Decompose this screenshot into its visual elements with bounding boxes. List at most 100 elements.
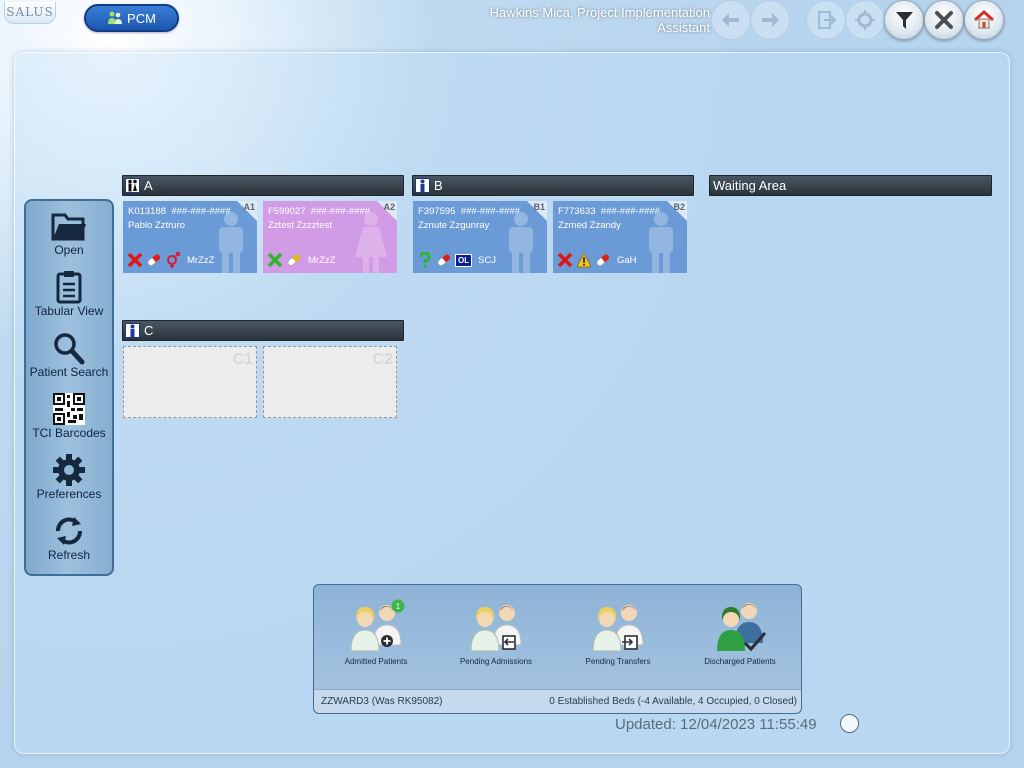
patient-ids: K013188 ###-###-#### xyxy=(128,206,231,217)
mixed-gender-bay-icon xyxy=(125,178,140,193)
sidebar-item-label: Preferences xyxy=(36,487,102,501)
consultant: MrZzZ xyxy=(187,254,215,266)
bed-code: B1 xyxy=(533,202,545,212)
bay-title: A xyxy=(144,178,153,193)
patient-name: Zztest Zzzztest xyxy=(268,220,332,231)
bay-a-header: A xyxy=(122,175,404,196)
sidebar-item-patient-search[interactable]: Patient Search xyxy=(26,327,112,385)
bed-code: B2 xyxy=(673,202,685,212)
bay-title: C xyxy=(144,323,154,338)
gear-icon xyxy=(53,454,85,486)
pending-admissions-icon xyxy=(470,605,522,652)
filter-button[interactable] xyxy=(884,0,924,40)
home-button[interactable] xyxy=(964,0,1004,40)
patient-ids: F773633 ###-###-#### xyxy=(558,206,660,217)
user-title: Hawkins Mica, Project Implementation Ass… xyxy=(489,5,710,35)
patient-lists-panel: 1 Admitted Patients Pending Admissions P… xyxy=(313,584,802,714)
bed-code: A2 xyxy=(383,202,395,212)
qr-code-icon xyxy=(53,393,85,425)
pcm-label: PCM xyxy=(127,10,156,26)
red-cross-icon xyxy=(557,252,573,268)
exit-button[interactable] xyxy=(806,0,846,40)
refresh-icon xyxy=(56,517,82,545)
patient-ids: F397595 ###-###-#### xyxy=(418,206,520,217)
pill-icon xyxy=(437,254,451,266)
ol-badge: OL xyxy=(455,253,473,267)
left-sidebar: Open Tabular View Patient Search TCI Bar… xyxy=(24,199,114,576)
male-bay-icon xyxy=(125,323,140,338)
sidebar-item-tabular-view[interactable]: Tabular View xyxy=(26,266,112,324)
patient-name: Zznute Zzgunray xyxy=(418,220,490,231)
ward-status-strip: ZZWARD3 (Was RK95082) 0 Established Beds… xyxy=(314,689,801,713)
pill-icon xyxy=(147,254,161,266)
magnifier-icon xyxy=(54,333,85,365)
sidebar-item-open[interactable]: Open xyxy=(26,205,112,263)
sidebar-item-preferences[interactable]: Preferences xyxy=(26,449,112,507)
sidebar-item-label: Open xyxy=(54,243,84,257)
bed-code: A1 xyxy=(243,202,255,212)
ward-name: ZZWARD3 (Was RK95082) xyxy=(321,696,443,707)
settings-pin-button[interactable] xyxy=(845,0,885,40)
back-button[interactable] xyxy=(711,0,751,40)
home-icon xyxy=(974,9,994,29)
forward-arrow-icon xyxy=(762,13,779,27)
sidebar-item-label: Refresh xyxy=(47,548,91,562)
loading-indicator-icon xyxy=(840,714,859,733)
bay-title: Waiting Area xyxy=(713,178,787,193)
bed-a1[interactable]: A1 K013188 ###-###-#### Pablo Zztruro Mr… xyxy=(123,201,257,273)
sidebar-item-tci-barcodes[interactable]: TCI Barcodes xyxy=(26,388,112,446)
warning-icon xyxy=(576,252,592,268)
admitted-patients-button[interactable]: 1 Admitted Patients xyxy=(326,599,426,675)
folder-icon xyxy=(51,213,86,241)
forward-button[interactable] xyxy=(750,0,790,40)
beds-summary: 0 Established Beds (-4 Available, 4 Occu… xyxy=(549,696,797,707)
male-bay-icon xyxy=(415,178,430,193)
green-cross-icon xyxy=(267,252,283,268)
gender-symbol-icon xyxy=(167,252,180,268)
bed-b1[interactable]: B1 F397595 ###-###-#### Zznute Zzgunray … xyxy=(413,201,547,273)
pending-transfers-icon xyxy=(592,605,644,652)
bed-code: C1 xyxy=(232,351,253,368)
discharged-patients-button[interactable]: Discharged Patients xyxy=(690,599,790,675)
sidebar-item-label: Patient Search xyxy=(29,365,109,379)
bottom-button-label: Admitted Patients xyxy=(344,657,408,666)
close-icon xyxy=(935,11,953,29)
consultant: GaH xyxy=(617,254,637,266)
bottom-button-label: Pending Admissions xyxy=(459,657,533,666)
pcm-module-button[interactable]: PCM xyxy=(84,4,179,32)
red-cross-icon xyxy=(127,252,143,268)
pending-admissions-button[interactable]: Pending Admissions xyxy=(446,599,546,675)
admitted-patients-icon: 1 xyxy=(350,599,405,652)
settings-pin-icon xyxy=(855,10,875,30)
consultant: SCJ xyxy=(478,254,497,266)
waiting-area-header: Waiting Area xyxy=(709,175,992,196)
back-arrow-icon xyxy=(722,13,739,27)
bay-title: B xyxy=(434,178,443,193)
pill-icon xyxy=(596,254,610,266)
patient-name: Zzmed Zzandy xyxy=(558,220,621,231)
patient-ids: F599027 ###-###-#### xyxy=(268,206,370,217)
bed-c1[interactable]: C1 xyxy=(123,346,257,418)
admitted-count-badge: 1 xyxy=(396,602,401,611)
close-button[interactable] xyxy=(924,0,964,40)
bed-b2[interactable]: B2 F773633 ###-###-#### Zzmed Zzandy GaH xyxy=(553,201,687,273)
bed-c2[interactable]: C2 xyxy=(263,346,397,418)
consultant: MrZzZ xyxy=(308,254,336,266)
filter-icon xyxy=(896,12,913,29)
people-icon xyxy=(108,11,123,24)
bed-a2[interactable]: A2 F599027 ###-###-#### Zztest Zzzztest … xyxy=(263,201,397,273)
exit-icon xyxy=(818,11,837,29)
pending-transfers-button[interactable]: Pending Transfers xyxy=(568,599,668,675)
bottom-button-label: Pending Transfers xyxy=(585,657,651,666)
app-logo: SALUS xyxy=(4,2,56,24)
sidebar-item-refresh[interactable]: Refresh xyxy=(26,510,112,568)
bottom-button-label: Discharged Patients xyxy=(704,657,776,666)
last-updated: Updated: 12/04/2023 11:55:49 xyxy=(615,716,817,733)
green-question-icon xyxy=(419,252,431,268)
pill-icon xyxy=(287,254,301,266)
clipboard-icon xyxy=(56,271,82,304)
sidebar-item-label: Tabular View xyxy=(34,304,104,318)
bay-c-header: C xyxy=(122,320,404,341)
bed-code: C2 xyxy=(372,351,393,368)
sidebar-item-label: TCI Barcodes xyxy=(32,426,106,440)
